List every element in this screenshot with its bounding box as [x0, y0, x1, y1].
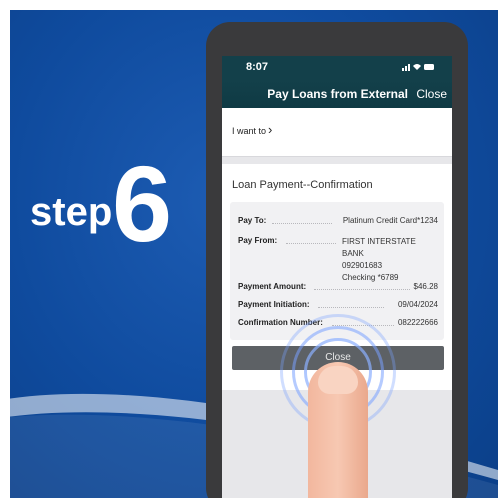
fingernail-icon [318, 366, 358, 394]
step-label: step [30, 190, 113, 234]
status-time: 8:07 [246, 61, 269, 73]
nav-close-button[interactable]: Close [416, 87, 447, 101]
battery-icon [402, 64, 434, 71]
pay-from-routing: 092901683 [342, 261, 383, 270]
pay-from-bank: FIRST INTERSTATE BANK [342, 237, 416, 258]
pay-from-label: Pay From: [238, 236, 278, 245]
initiation-label: Payment Initiation: [238, 300, 310, 309]
pay-to-value: Platinum Credit Card*1234 [342, 216, 438, 225]
amount-value: $46.28 [413, 282, 438, 291]
i-want-to-menu[interactable]: I want to › [222, 108, 452, 157]
status-icons [402, 62, 436, 74]
frame-border-left [0, 0, 10, 498]
tutorial-scene: step 6 8:07 Pay Loans from External Clos… [0, 0, 498, 498]
confirmation-number-value: 082222666 [397, 318, 438, 327]
pay-from-row: Pay From: FIRST INTERSTATE BANK 09290168… [238, 236, 438, 282]
step-number: 6 [112, 143, 173, 264]
confirmation-title: Loan Payment--Confirmation [232, 179, 373, 191]
nav-bar: Pay Loans from External Close [222, 80, 452, 108]
amount-label: Payment Amount: [238, 282, 307, 291]
i-want-to-label: I want to [232, 126, 267, 136]
frame-border-top [0, 0, 498, 10]
pay-to-label: Pay To: [238, 216, 267, 225]
status-bar: 8:07 [222, 56, 452, 80]
initiation-value: 09/04/2024 [397, 300, 438, 309]
nav-title: Pay Loans from External [267, 87, 408, 101]
chevron-right-icon: › [268, 122, 273, 137]
